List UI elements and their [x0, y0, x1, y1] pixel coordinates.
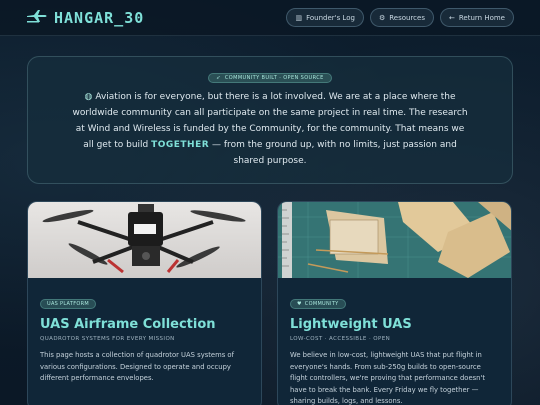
hero-text-after: — from the ground up, with no limits, ju…	[209, 140, 457, 166]
uas-platform-tag: UAS PLATFORM	[40, 299, 97, 309]
uas-airframe-title: UAS Airframe Collection	[40, 317, 216, 332]
airplane-icon	[26, 8, 48, 27]
resources-label: Resources	[389, 13, 425, 22]
lightweight-uas-card[interactable]: ♥ COMMUNITY Lightweight UAS LOW-COST · A…	[277, 201, 512, 405]
hero-highlight: TOGETHER	[151, 140, 210, 150]
hero-panel: ➶ COMMUNITY BUILT · OPEN SOURCE ◍ Aviatio…	[27, 56, 513, 184]
return-home-button[interactable]: ← Return Home	[439, 8, 514, 27]
return-home-label: Return Home	[458, 13, 505, 22]
gear-icon: ⚙	[378, 13, 386, 22]
lightweight-uas-subtitle: LOW-COST · ACCESSIBLE · OPEN	[290, 336, 391, 342]
globe-icon: ◍	[84, 92, 93, 102]
hero-badge: ➶ COMMUNITY BUILT · OPEN SOURCE	[208, 73, 332, 83]
arrow-left-icon: ←	[448, 13, 455, 22]
community-tag-label: COMMUNITY	[304, 301, 339, 307]
resources-button[interactable]: ⚙ Resources	[369, 8, 434, 27]
site-title: HANGAR_30	[54, 8, 145, 27]
brand[interactable]: HANGAR_30	[26, 8, 144, 27]
founders-log-button[interactable]: ▥ Founder's Log	[286, 8, 364, 27]
uas-airframe-subtitle: QUADROTOR SYSTEMS FOR EVERY MISSION	[40, 336, 175, 342]
hero-badge-label: COMMUNITY BUILT · OPEN SOURCE	[224, 75, 324, 81]
community-tag: ♥ COMMUNITY	[290, 299, 346, 309]
top-nav: ▥ Founder's Log ⚙ Resources ← Return Hom…	[286, 8, 514, 27]
uas-airframe-card[interactable]: UAS PLATFORM UAS Airframe Collection QUA…	[27, 201, 262, 405]
balsa-build-photo	[278, 202, 511, 278]
hero-text: ◍ Aviation is for everyone, but there is …	[70, 89, 470, 169]
lightweight-uas-description: We believe in low-cost, lightweight UAS …	[290, 351, 486, 405]
book-icon: ▥	[295, 13, 303, 22]
founders-log-label: Founder's Log	[306, 13, 355, 22]
top-header: HANGAR_30 ▥ Founder's Log ⚙ Resources ← …	[0, 0, 540, 36]
heart-icon: ♥	[297, 301, 302, 307]
rocket-icon: ➶	[216, 75, 221, 81]
quadrotor-photo	[28, 202, 261, 278]
lightweight-uas-title: Lightweight UAS	[290, 317, 412, 332]
uas-airframe-description: This page hosts a collection of quadroto…	[40, 351, 234, 382]
